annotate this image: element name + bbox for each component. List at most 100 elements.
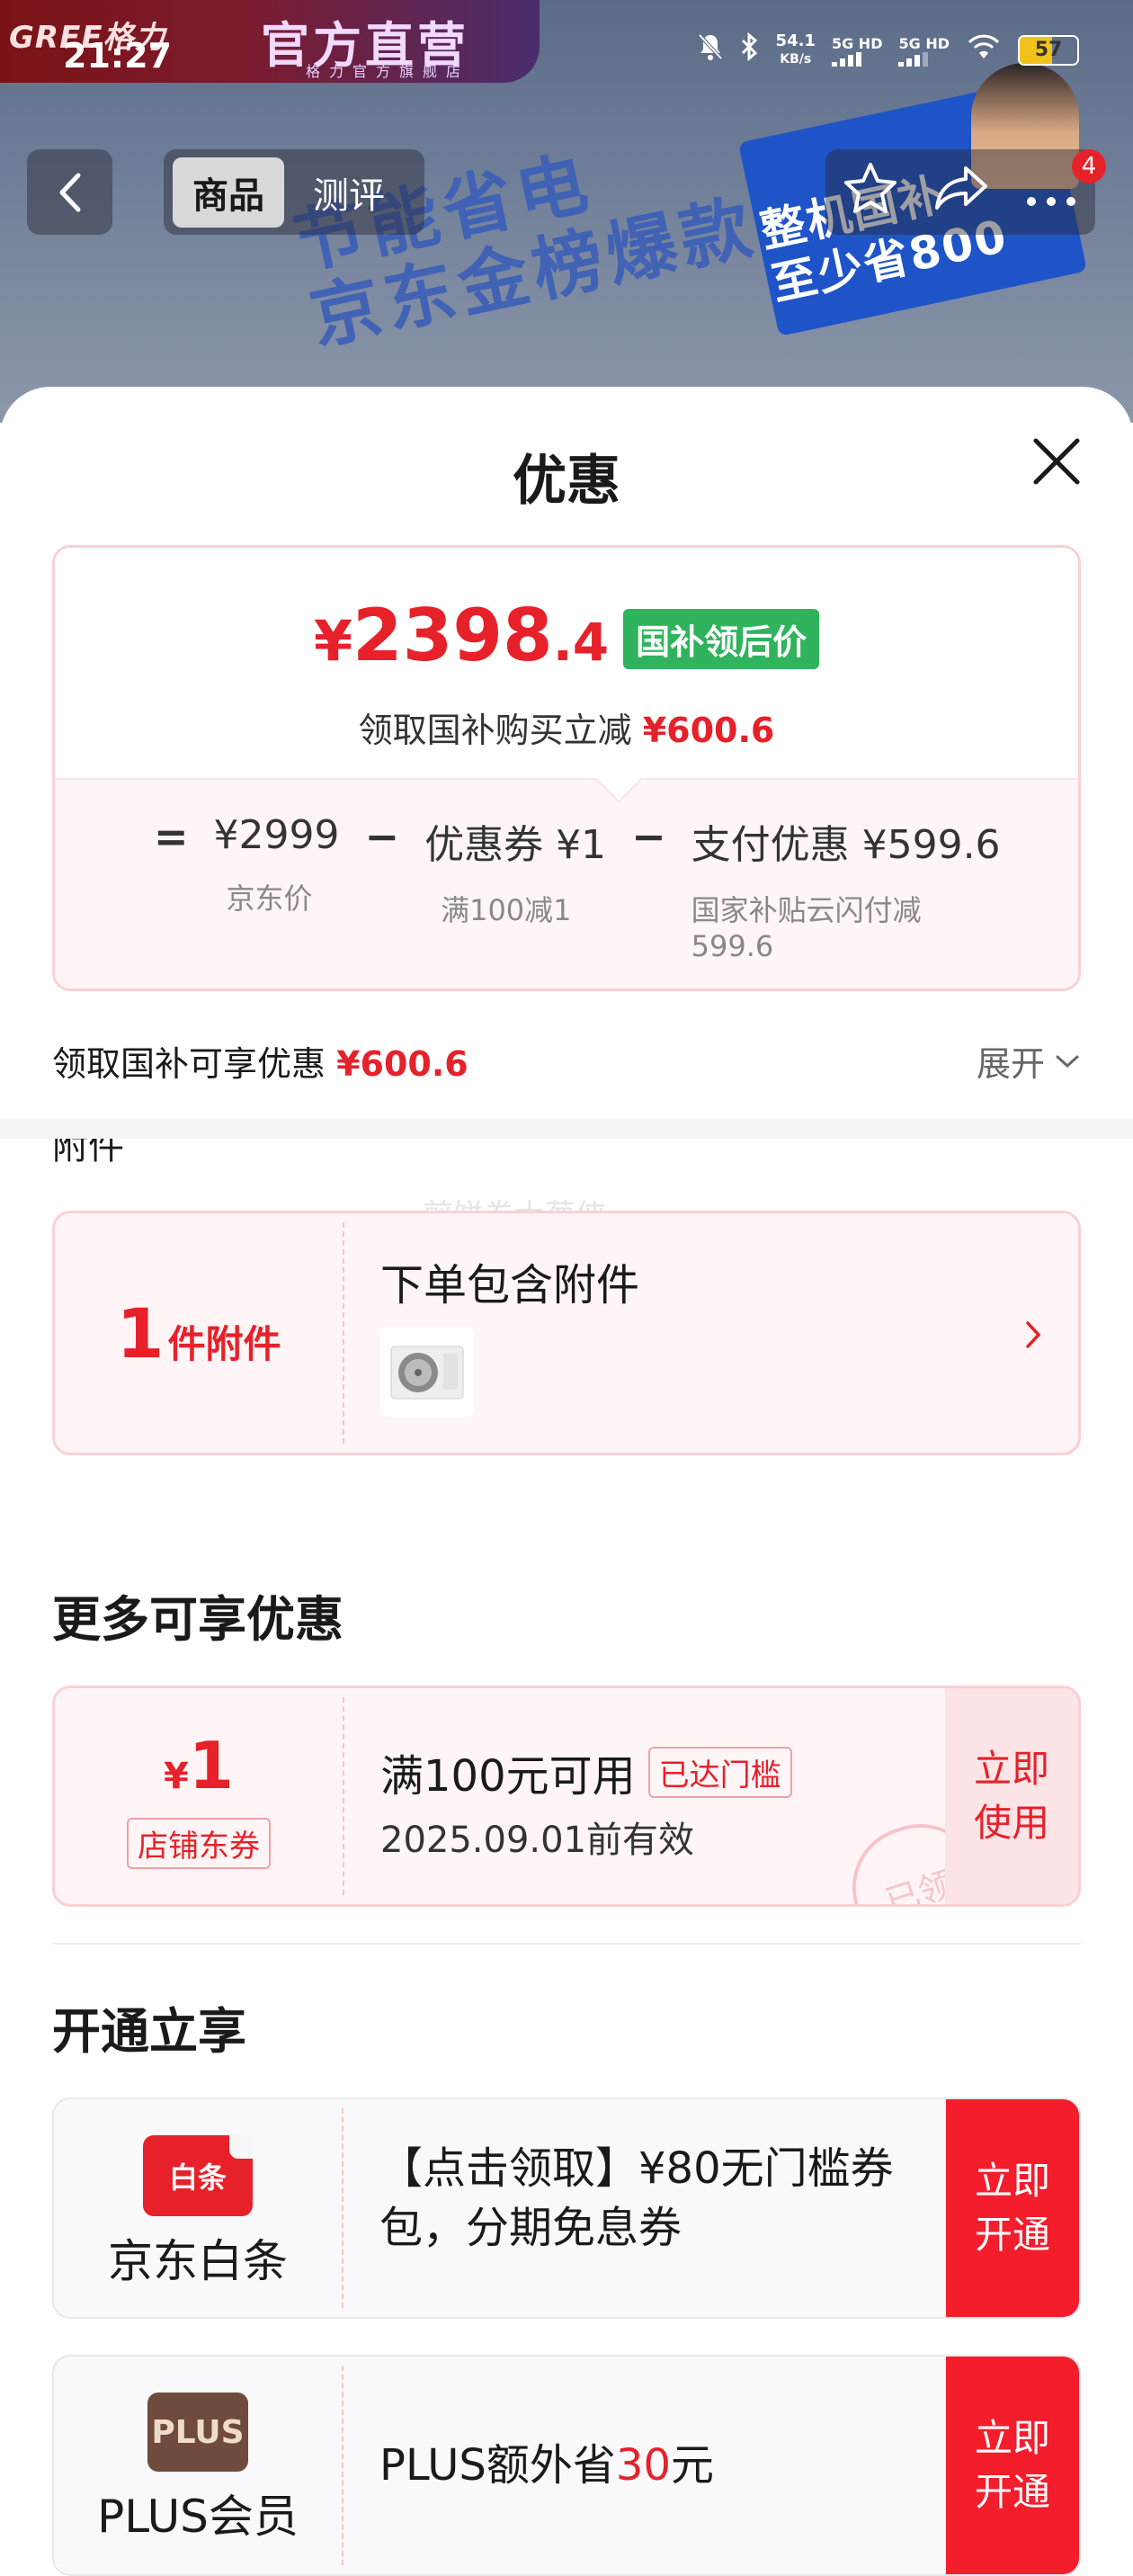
share-icon[interactable] (933, 163, 989, 221)
chevron-right-icon (1024, 1314, 1042, 1360)
price-decimal: .4 (552, 612, 610, 673)
use-button-line1: 立即 (973, 1747, 1049, 1791)
open-baitiao-button[interactable]: 立即 开通 (946, 2099, 1079, 2317)
battery-icon: 57 (1018, 35, 1079, 66)
tab-goods[interactable]: 商品 (173, 157, 284, 228)
plus-description: PLUS额外省30元 (379, 2436, 973, 2495)
chevron-left-icon (59, 173, 80, 211)
battery-level: 57 (1034, 39, 1063, 61)
expand-button[interactable]: 展开 (977, 1036, 1081, 1086)
open-plus-button[interactable]: 立即 开通 (946, 2357, 1079, 2574)
subsidy-discount-amount: ¥600.6 (336, 1044, 468, 1084)
price-breakdown-card: ¥2398.4 国补领后价 领取国补购买立减 ¥600.6 = ¥2999 京东… (52, 545, 1081, 991)
coupon-amount-value: 1 (188, 1728, 234, 1803)
bluetooth-icon (740, 31, 760, 68)
price-formula: = ¥2999 京东价 − 优惠券 ¥1 满100减1 − 支付优惠 ¥599.… (154, 812, 1001, 967)
close-icon (1033, 438, 1080, 485)
coupon-label: 满100减1 (441, 893, 572, 927)
coupon-amount: ¥1 (55, 1730, 343, 1812)
subsidy-discount-text: 领取国补可享优惠 (52, 1044, 326, 1084)
price-subtitle-amount: ¥600.6 (642, 711, 775, 750)
threshold-reached-tag: 已达门槛 (647, 1746, 792, 1798)
dashed-divider (342, 2366, 343, 2565)
signal-sim1: 5G HD (831, 34, 883, 67)
plus-card: PLUS PLUS会员 PLUS额外省30元 立即 开通 (52, 2355, 1081, 2576)
sheet-title: 优惠 (513, 450, 620, 513)
subsidy-price-tag: 国补领后价 (623, 609, 820, 669)
price-integer: 2398 (352, 594, 553, 677)
coupon-title: 满100元可用 已达门槛 (380, 1740, 792, 1803)
baitiao-description: 【点击领取】¥80无门槛券包，分期免息券 (379, 2143, 894, 2253)
net-speed: 54.1 KB/s (776, 32, 816, 68)
open-now-title: 开通立享 (52, 2003, 246, 2060)
mute-bell-icon (697, 32, 724, 68)
final-price: ¥2398.4 (314, 600, 609, 678)
coupon-currency: ¥ (164, 1756, 189, 1797)
back-button[interactable] (27, 149, 112, 235)
outdoor-unit-thumbnail (380, 1327, 474, 1417)
sim1-label: 5G HD (831, 34, 883, 52)
dashed-divider (342, 2108, 343, 2308)
plus-brand: PLUS PLUS会员 (54, 2357, 342, 2574)
plus-icon: PLUS (147, 2393, 248, 2472)
nav-actions (825, 149, 1095, 235)
coupon-valid-date: 2025.09.01前有效 (380, 1820, 695, 1861)
favorite-star-icon[interactable] (843, 161, 898, 223)
payment-discount-value: 支付优惠 ¥599.6 (691, 822, 1001, 868)
message-badge: 4 (1072, 149, 1106, 183)
attachment-count-unit: 件附件 (167, 1321, 281, 1366)
open-button-line2: 开通 (974, 2470, 1050, 2514)
subsidy-discount-line: 领取国补可享优惠 ¥600.6 (52, 1036, 468, 1086)
baitiao-name: 京东白条 (108, 2235, 288, 2287)
final-price-section: ¥2398.4 国补领后价 领取国补购买立减 ¥600.6 (55, 548, 1078, 778)
baitiao-icon: 白条 (143, 2135, 253, 2216)
formula-payment-discount: 支付优惠 ¥599.6 国家补贴云闪付减 599.6 (691, 812, 1001, 967)
store-coupon-card: ¥1 店铺东券 满100元可用 已达门槛 2025.09.01前有效 已领 立即… (52, 1686, 1081, 1907)
final-price-row: ¥2398.4 国补领后价 (55, 600, 1078, 678)
plus-icon-text: PLUS (151, 2413, 245, 2451)
attachment-count-number: 1 (116, 1292, 165, 1373)
formula-jd-price: ¥2999 京东价 (214, 812, 340, 919)
status-time: 21:27 (63, 36, 172, 76)
product-tabs: 商品 测评 (164, 149, 424, 235)
brand-sub-text: 格力官方旗舰店 (306, 63, 470, 80)
coupon-value: 优惠券 ¥1 (424, 822, 607, 868)
close-button[interactable] (1025, 430, 1088, 493)
sim2-label: 5G HD (898, 34, 950, 52)
use-coupon-button[interactable]: 立即 使用 (945, 1688, 1078, 1904)
net-speed-unit: KB/s (780, 52, 812, 67)
thin-divider (52, 1943, 1081, 1945)
price-subtitle-text: 领取国补购买立减 (358, 711, 632, 750)
plus-name: PLUS会员 (97, 2491, 299, 2543)
plus-desc-suffix: 元 (670, 2440, 714, 2491)
price-subtitle: 领取国补购买立减 ¥600.6 (55, 702, 1078, 752)
baitiao-brand: 白条 京东白条 (54, 2099, 342, 2317)
dashed-divider (343, 1222, 344, 1444)
use-button-line2: 使用 (973, 1801, 1049, 1845)
more-icon[interactable] (1024, 169, 1078, 216)
open-button-line2: 开通 (974, 2213, 1050, 2257)
attachment-title: 下单包含附件 (380, 1260, 640, 1310)
expand-label: 展开 (976, 1044, 1045, 1084)
signal-bars-icon (898, 51, 929, 67)
minus-sign: − (631, 812, 666, 861)
attachment-card[interactable]: 1 件附件 下单包含附件 (52, 1211, 1081, 1455)
plus-desc-amount: 30 (615, 2440, 671, 2491)
signal-sim2: 5G HD (898, 35, 950, 67)
baitiao-card: 白条 京东白条 【点击领取】¥80无门槛券包，分期免息券 立即开通 (52, 2097, 1081, 2319)
formula-coupon: 优惠券 ¥1 满100减1 (424, 812, 606, 931)
coupon-type-tag: 店铺东券 (127, 1818, 271, 1869)
price-currency: ¥ (313, 608, 353, 674)
tab-reviews[interactable]: 测评 (293, 157, 405, 228)
wifi-icon (966, 33, 1002, 67)
open-button-line1: 立即 (974, 2159, 1050, 2203)
net-speed-value: 54.1 (775, 31, 816, 50)
minus-sign: − (364, 812, 400, 861)
status-icons: 54.1 KB/s 5G HD 5G HD 57 (697, 32, 1079, 68)
payment-discount-label: 国家补贴云闪付减 599.6 (691, 890, 1001, 967)
coupon-condition: 满100元可用 (380, 1751, 636, 1802)
jd-price-value: ¥2999 (213, 812, 340, 858)
coupon-amount-block: ¥1 店铺东券 (55, 1688, 343, 1904)
plus-desc-prefix: PLUS额外省 (379, 2440, 616, 2491)
section-divider (0, 1119, 1133, 1139)
